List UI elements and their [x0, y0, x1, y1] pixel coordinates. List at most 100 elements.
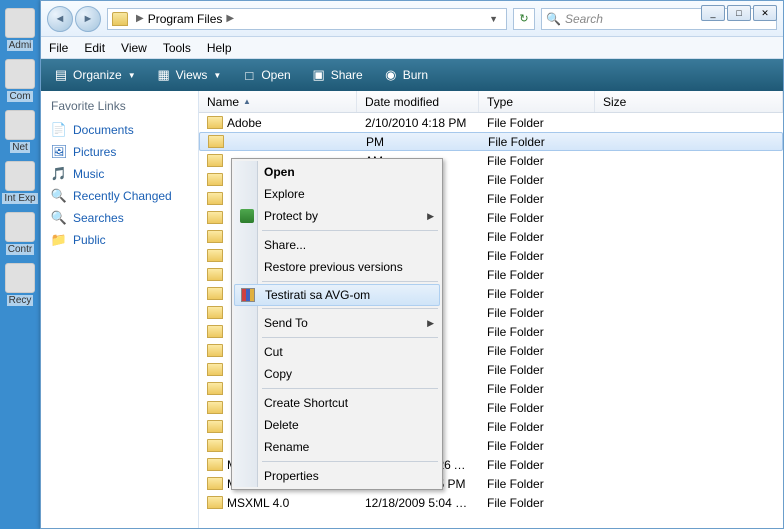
file-name: MSXML 4.0 [227, 496, 289, 510]
views-button[interactable]: ▦Views▼ [150, 64, 228, 86]
maximize-button[interactable]: □ [727, 5, 751, 21]
ctx-separator [262, 461, 438, 462]
burn-button[interactable]: ◉Burn [377, 64, 434, 86]
favorite-link[interactable]: 📁Public [51, 229, 188, 251]
context-menu: Open Explore Protect by▶ Share... Restor… [231, 158, 443, 490]
ctx-separator [262, 281, 438, 282]
file-row[interactable]: MSXML 4.012/18/2009 5:04 PMFile Folder [199, 493, 783, 512]
share-button[interactable]: ▣Share [305, 64, 369, 86]
menu-file[interactable]: File [49, 41, 68, 55]
folder-icon [207, 230, 223, 243]
menu-bar: File Edit View Tools Help [41, 37, 783, 59]
file-type: File Folder [479, 382, 595, 396]
folder-icon [207, 192, 223, 205]
file-type: File Folder [479, 439, 595, 453]
shield-icon [239, 208, 255, 224]
navigation-bar: ◄ ► ▶ Program Files ▶ ▼ ↻ 🔍 Search [41, 1, 783, 37]
fav-icon: 🎵 [51, 166, 67, 182]
folder-icon [207, 154, 223, 167]
ctx-delete[interactable]: Delete [234, 414, 440, 436]
submenu-arrow-icon: ▶ [427, 211, 434, 222]
breadcrumb-sep-icon: ▶ [136, 13, 144, 24]
desktop-icon[interactable]: Com [0, 59, 40, 102]
desktop-icon[interactable]: Admi [0, 8, 40, 51]
organize-icon: ▤ [53, 67, 69, 83]
file-type: File Folder [479, 268, 595, 282]
desktop-icons: Admi Com Net Int Exp Contr Recy [0, 0, 40, 314]
favorite-link[interactable]: 🔍 Searches [51, 207, 188, 229]
ctx-rename[interactable]: Rename [234, 436, 440, 458]
file-type: File Folder [479, 401, 595, 415]
fav-label: Public [73, 233, 106, 247]
burn-icon: ◉ [383, 67, 399, 83]
breadcrumb-sep-icon: ▶ [226, 13, 234, 24]
file-date: PM [358, 135, 480, 149]
favorites-panel: Favorite Links 📄Documents🖼Pictures🎵Music… [41, 91, 199, 528]
menu-view[interactable]: View [121, 41, 147, 55]
organize-button[interactable]: ▤Organize▼ [47, 64, 142, 86]
minimize-button[interactable]: _ [701, 5, 725, 21]
ctx-sendto[interactable]: Send To▶ [234, 312, 440, 334]
favorite-link[interactable]: 🔍Recently Changed [51, 185, 188, 207]
file-type: File Folder [479, 458, 595, 472]
back-button[interactable]: ◄ [47, 6, 73, 32]
breadcrumb-dropdown-icon[interactable]: ▼ [485, 14, 502, 24]
breadcrumb-item[interactable]: Program Files [148, 12, 223, 26]
folder-icon [207, 268, 223, 281]
chevron-down-icon: ▼ [213, 71, 221, 80]
folder-icon [207, 344, 223, 357]
ctx-share[interactable]: Share... [234, 234, 440, 256]
ctx-avg-scan[interactable]: Testirati sa AVG-om [234, 284, 440, 306]
open-button[interactable]: □Open [235, 64, 296, 86]
column-type[interactable]: Type [479, 91, 595, 112]
desktop-icon[interactable]: Net [0, 110, 40, 153]
ctx-open[interactable]: Open [234, 161, 440, 183]
favorite-link[interactable]: 📄Documents [51, 119, 188, 141]
window-controls: _ □ ✕ [701, 5, 777, 21]
file-type: File Folder [479, 154, 595, 168]
close-button[interactable]: ✕ [753, 5, 777, 21]
file-type: File Folder [479, 477, 595, 491]
ctx-separator [262, 308, 438, 309]
column-name[interactable]: Name▲ [199, 91, 357, 112]
fav-label: Searches [73, 211, 124, 225]
file-row[interactable]: PMFile Folder [199, 132, 783, 151]
desktop-icon[interactable]: Int Exp [0, 161, 40, 204]
refresh-button[interactable]: ↻ [513, 8, 535, 30]
ctx-explore[interactable]: Explore [234, 183, 440, 205]
file-type: File Folder [479, 306, 595, 320]
ctx-copy[interactable]: Copy [234, 363, 440, 385]
fav-icon: 🖼 [51, 144, 67, 160]
file-name: Adobe [227, 116, 262, 130]
column-date[interactable]: Date modified [357, 91, 479, 112]
favorite-link[interactable]: 🎵Music [51, 163, 188, 185]
favorite-link[interactable]: 🖼Pictures [51, 141, 188, 163]
address-breadcrumb[interactable]: ▶ Program Files ▶ ▼ [107, 8, 507, 30]
open-icon: □ [241, 67, 257, 83]
fav-label: Documents [73, 123, 134, 137]
fav-icon: 🔍 [51, 210, 67, 226]
menu-help[interactable]: Help [207, 41, 232, 55]
ctx-cut[interactable]: Cut [234, 341, 440, 363]
ctx-protect[interactable]: Protect by▶ [234, 205, 440, 227]
search-placeholder: Search [565, 12, 603, 26]
folder-icon [207, 420, 223, 433]
generic-icon [5, 161, 35, 191]
ctx-shortcut[interactable]: Create Shortcut [234, 392, 440, 414]
file-type: File Folder [479, 192, 595, 206]
menu-tools[interactable]: Tools [163, 41, 191, 55]
file-type: File Folder [479, 249, 595, 263]
file-row[interactable]: Adobe2/10/2010 4:18 PMFile Folder [199, 113, 783, 132]
ctx-restore[interactable]: Restore previous versions [234, 256, 440, 278]
menu-edit[interactable]: Edit [84, 41, 105, 55]
folder-icon [207, 211, 223, 224]
file-type: File Folder [479, 363, 595, 377]
desktop-icon[interactable]: Recy [0, 263, 40, 306]
forward-button[interactable]: ► [75, 6, 101, 32]
ctx-separator [262, 337, 438, 338]
ctx-properties[interactable]: Properties [234, 465, 440, 487]
folder-icon [207, 496, 223, 509]
file-type: File Folder [479, 116, 595, 130]
column-size[interactable]: Size [595, 91, 783, 112]
desktop-icon[interactable]: Contr [0, 212, 40, 255]
